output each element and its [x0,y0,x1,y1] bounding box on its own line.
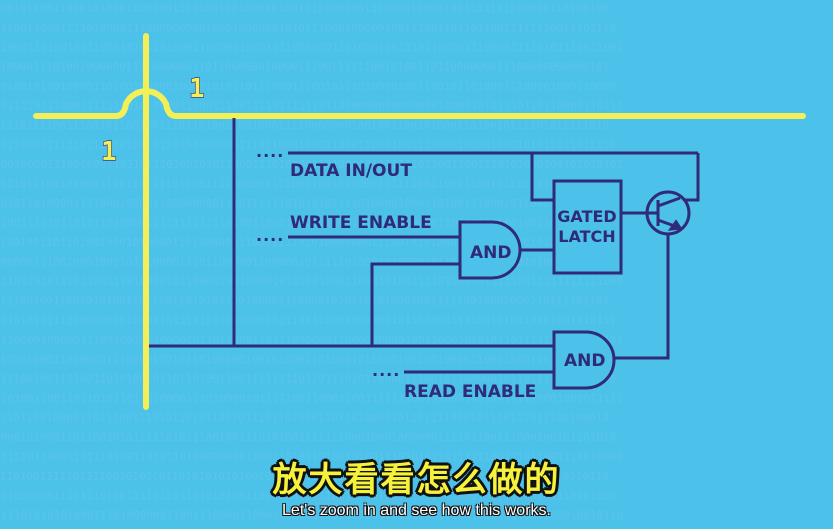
vertical-bus-bit: 1 [101,137,117,167]
memory-cell-diagram: 1 1 AND AND GATED LATCH .... .... .... D… [33,33,806,410]
gated-latch-label-line2: LATCH [558,227,615,246]
read-enable-ellipsis: .... [372,361,400,380]
data-to-latch-wire [530,153,554,202]
gated-latch-label-line1: GATED [557,207,616,226]
data-return-wire [680,153,700,202]
write-enable-label: WRITE ENABLE [290,213,432,233]
and-gate-write-label: AND [470,243,512,263]
data-in-out-label: DATA IN/OUT [290,161,412,181]
horizontal-bus-wire [33,88,806,119]
horizontal-bus-bit: 1 [189,74,205,104]
column-to-and1-wire [370,262,470,346]
write-enable-ellipsis: .... [256,226,284,245]
subtitle-english: Let's zoom in and see how this works. [282,502,551,519]
video-frame: 0100010110011000101000110010011001001001… [0,0,833,529]
subtitle-chinese: 放大看看怎么做的 [272,460,561,500]
transistor-icon [642,190,691,236]
read-enable-label: READ ENABLE [404,382,536,402]
data-ellipsis: .... [256,142,284,161]
and-gate-read-label: AND [564,351,606,371]
